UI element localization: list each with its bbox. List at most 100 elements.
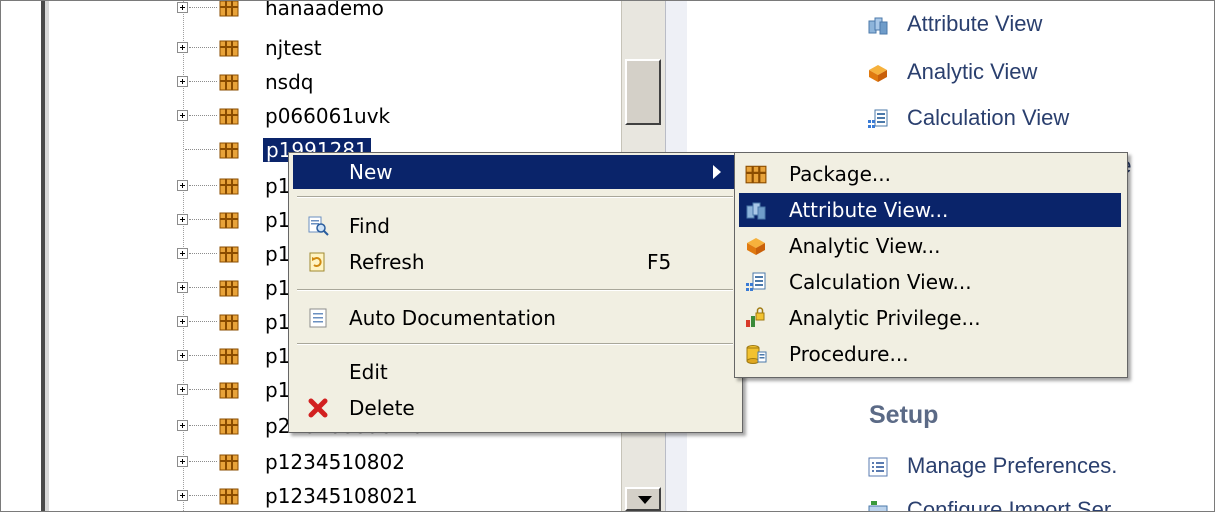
tree-item-label[interactable]: p1 <box>265 208 290 232</box>
expand-icon[interactable] <box>177 490 188 501</box>
tree-item[interactable]: p1234510802 <box>49 447 621 477</box>
menu-item-shortcut: F5 <box>647 250 672 274</box>
tree-item[interactable]: njtest <box>49 33 621 63</box>
package-icon <box>745 165 767 184</box>
menu-item-edit[interactable]: Edit <box>293 355 738 389</box>
package-icon <box>219 418 239 435</box>
expand-icon[interactable] <box>177 110 188 121</box>
menu-separator <box>297 343 733 345</box>
expand-icon[interactable] <box>177 282 188 293</box>
scrollbar-thumb[interactable] <box>625 59 661 125</box>
submenu-item-analytic-privilege[interactable]: Analytic Privilege... <box>739 301 1121 335</box>
analytic-view-icon <box>747 238 765 255</box>
expand-icon[interactable] <box>177 456 188 467</box>
tree-item-label[interactable]: p066061uvk <box>265 104 390 128</box>
tree-item[interactable]: hanaademo <box>49 1 621 23</box>
expand-icon[interactable] <box>177 180 188 191</box>
calculation-view-icon <box>868 109 888 128</box>
submenu-item-label[interactable]: Analytic Privilege... <box>789 305 981 331</box>
document-icon <box>309 308 327 328</box>
menu-item-refresh[interactable]: Refresh F5 <box>293 245 738 279</box>
package-icon <box>219 212 239 229</box>
menu-item-find[interactable]: Find <box>293 209 738 243</box>
package-icon <box>219 74 239 91</box>
tree-item-label[interactable]: p1 <box>265 174 290 198</box>
calculation-view-icon <box>746 272 766 291</box>
expand-icon[interactable] <box>177 316 188 327</box>
menu-item-label[interactable]: Find <box>349 213 390 239</box>
package-icon <box>219 382 239 399</box>
expand-icon[interactable] <box>177 384 188 395</box>
submenu-item-procedure[interactable]: Procedure... <box>739 337 1121 371</box>
arrow-down-icon <box>638 496 652 504</box>
expand-icon[interactable] <box>177 42 188 53</box>
tree-item[interactable]: p12345108021 <box>49 481 621 511</box>
attribute-view-icon <box>868 17 888 35</box>
tree-item-label[interactable]: njtest <box>265 36 322 60</box>
menu-item-new[interactable]: New <box>293 155 738 189</box>
menu-item-label[interactable]: Refresh <box>349 249 425 275</box>
import-server-icon <box>868 501 888 511</box>
menu-item-auto-documentation[interactable]: Auto Documentation <box>293 301 738 335</box>
expand-icon[interactable] <box>177 420 188 431</box>
tree-item-label[interactable]: nsdq <box>265 70 314 94</box>
tree-item-label[interactable]: p1234510802 <box>265 450 405 474</box>
submenu-item-package[interactable]: Package... <box>739 157 1121 191</box>
menu-item-delete[interactable]: Delete <box>293 391 738 425</box>
tree-item[interactable]: nsdq <box>49 67 621 97</box>
link-label[interactable]: Calculation View <box>907 103 1069 133</box>
link-label[interactable]: Manage Preferences. <box>907 451 1117 481</box>
expand-icon[interactable] <box>177 350 188 361</box>
preferences-icon <box>868 457 888 477</box>
tree-item-label[interactable]: p1 <box>265 242 290 266</box>
package-icon <box>219 246 239 263</box>
link-label[interactable]: Configure Import Ser <box>907 495 1111 511</box>
tree-item-label[interactable]: p1 <box>265 276 290 300</box>
submenu-item-attribute-view[interactable]: Attribute View... <box>739 193 1121 227</box>
submenu-item-label[interactable]: Analytic View... <box>789 233 940 259</box>
submenu-item-label[interactable]: Procedure... <box>789 341 909 367</box>
tree-item-label[interactable]: p12345108021 <box>265 484 418 508</box>
package-icon <box>219 108 239 125</box>
expand-icon[interactable] <box>177 248 188 259</box>
analytic-privilege-icon <box>746 307 765 327</box>
package-icon <box>219 142 239 159</box>
submenu-arrow-icon <box>713 165 721 179</box>
menu-item-label[interactable]: New <box>349 159 393 185</box>
setup-section-title: Setup <box>869 401 939 429</box>
analytic-view-icon <box>869 65 887 82</box>
tree-item[interactable]: p066061uvk <box>49 101 621 131</box>
submenu-item-label[interactable]: Attribute View... <box>789 197 948 223</box>
attribute-view-icon <box>746 202 766 220</box>
delete-icon <box>308 398 328 418</box>
link-label[interactable]: Analytic View <box>907 57 1037 87</box>
package-icon <box>219 488 239 505</box>
submenu-item-label[interactable]: Package... <box>789 161 891 187</box>
package-icon <box>219 348 239 365</box>
tree-item-label[interactable]: hanaademo <box>265 1 384 20</box>
expand-icon[interactable] <box>177 214 188 225</box>
submenu-item-label[interactable]: Calculation View... <box>789 269 972 295</box>
link-label[interactable]: Attribute View <box>907 9 1042 39</box>
window-frame: hanaademo njtest nsdq p066061uvk p199128… <box>0 0 1215 512</box>
procedure-icon <box>746 345 767 364</box>
menu-separator <box>297 196 733 198</box>
tree-item-label[interactable]: p1 <box>265 310 290 334</box>
menu-item-label[interactable]: Auto Documentation <box>349 305 556 331</box>
refresh-icon <box>309 252 325 272</box>
menu-item-label[interactable]: Edit <box>349 359 388 385</box>
submenu-item-analytic-view[interactable]: Analytic View... <box>739 229 1121 263</box>
scroll-down-button[interactable] <box>625 487 661 511</box>
package-icon <box>219 454 239 471</box>
package-icon <box>219 178 239 195</box>
submenu-item-calculation-view[interactable]: Calculation View... <box>739 265 1121 299</box>
expand-icon[interactable] <box>177 2 188 13</box>
expand-icon[interactable] <box>177 76 188 87</box>
package-icon <box>219 1 239 17</box>
menu-item-label[interactable]: Delete <box>349 395 415 421</box>
tree-item-label[interactable]: p1 <box>265 344 290 368</box>
package-icon <box>219 280 239 297</box>
package-icon <box>219 40 239 57</box>
package-icon <box>219 314 239 331</box>
tree-item-label[interactable]: p1 <box>265 378 290 402</box>
